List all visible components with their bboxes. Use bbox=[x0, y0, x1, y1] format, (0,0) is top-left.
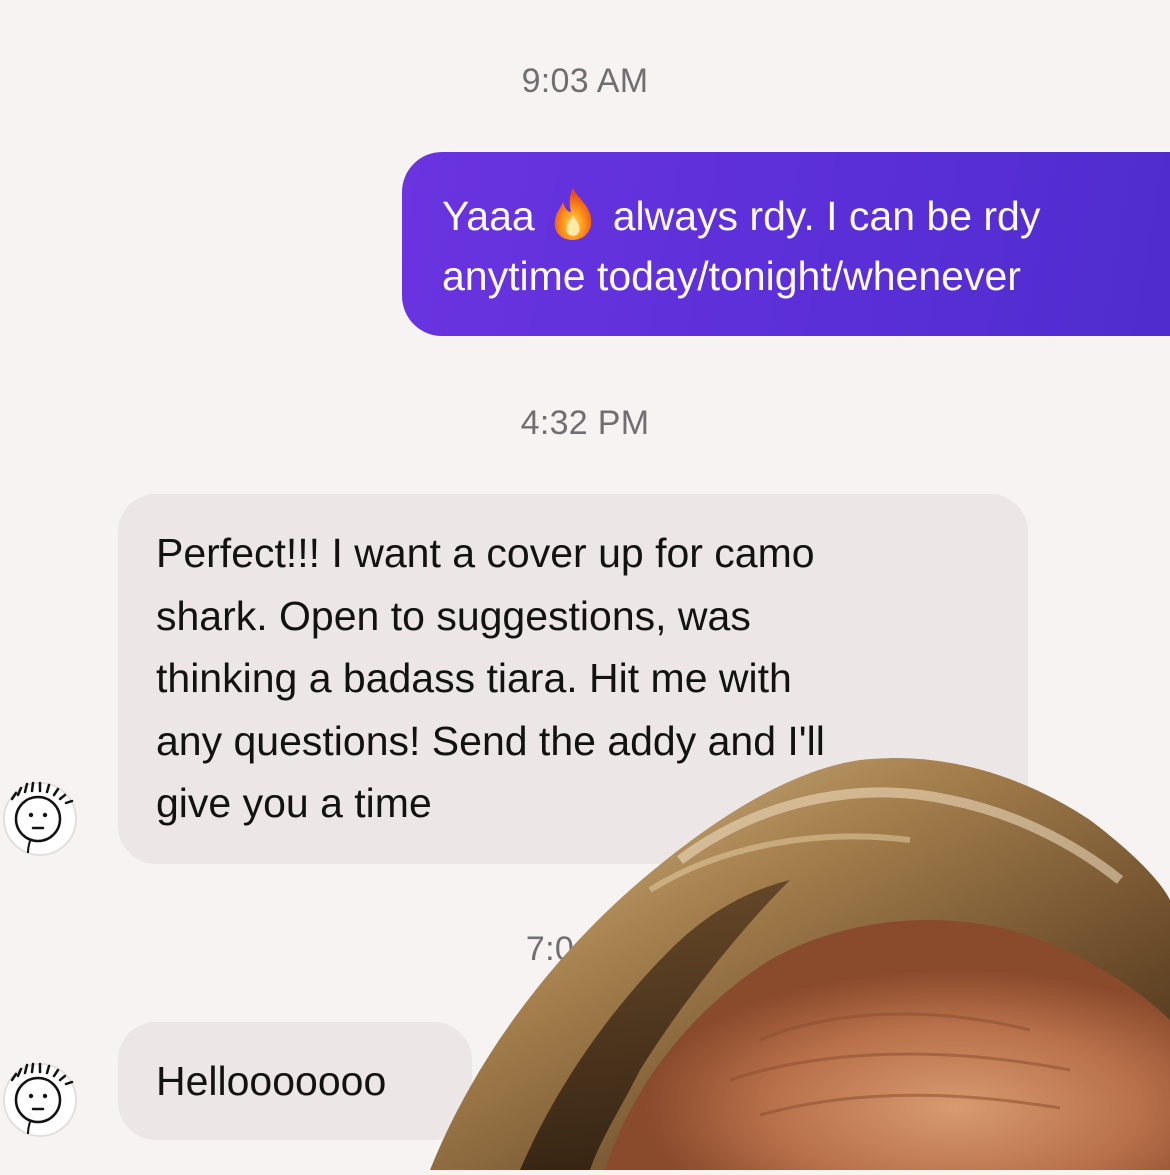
sender-avatar-icon[interactable] bbox=[0, 1058, 80, 1138]
outgoing-line-1: Yaaa always rdy. I can be rdy bbox=[442, 186, 1170, 246]
incoming-message-bubble-2[interactable]: Hellooooooo bbox=[118, 1022, 472, 1140]
incoming-2-text: Hellooooooo bbox=[156, 1058, 387, 1104]
timestamp-2: 4:32 PM bbox=[520, 404, 650, 442]
timestamp-1: 9:03 AM bbox=[521, 62, 649, 100]
fire-emoji-icon bbox=[547, 186, 599, 242]
outgoing-text-start: Yaaa bbox=[442, 193, 535, 239]
outgoing-message-bubble[interactable]: Yaaa always rdy. I can be rdy anytime tod… bbox=[402, 152, 1170, 336]
outgoing-line-2: anytime today/tonight/whenever bbox=[442, 253, 1021, 299]
outgoing-text-rest: always rdy. I can be rdy bbox=[612, 193, 1041, 239]
incoming-1-line-1: Perfect!!! I want a cover up for camo bbox=[156, 530, 815, 576]
sender-avatar-icon[interactable] bbox=[0, 777, 80, 857]
incoming-1-line-2: shark. Open to suggestions, was bbox=[156, 592, 751, 639]
incoming-1-line-3: thinking a badass tiara. Hit me with bbox=[156, 655, 792, 701]
message-thread: 9:03 AM Yaaa always rdy. I can be rdy any… bbox=[0, 0, 1170, 1170]
person-photo-overlay bbox=[430, 740, 1170, 1170]
